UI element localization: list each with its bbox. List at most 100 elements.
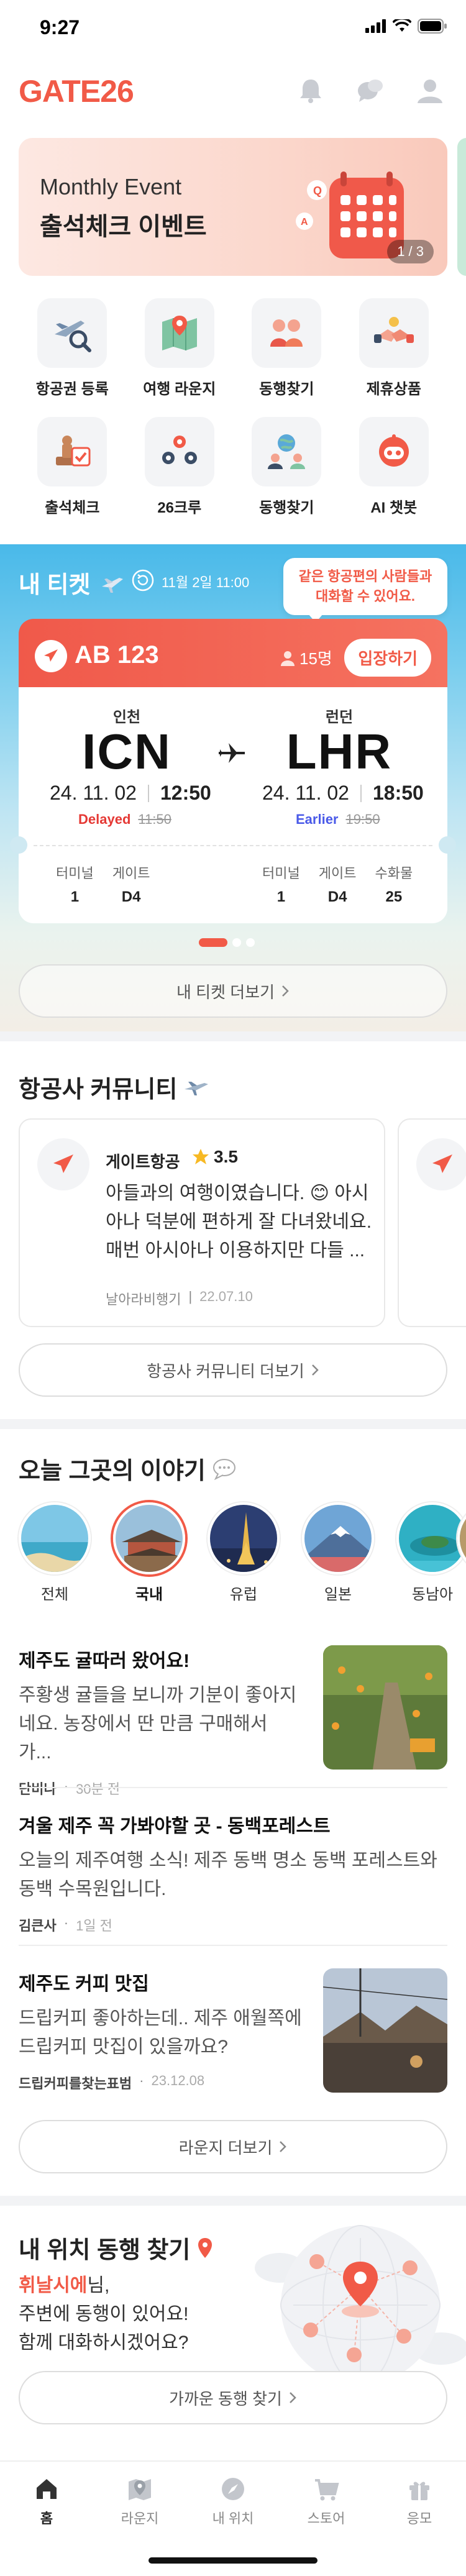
- arrival-code: LHR: [286, 724, 393, 779]
- story-title: 제주도 커피 맛집: [19, 1974, 149, 1994]
- ticket-pagination: [199, 938, 255, 947]
- lounge-more-button[interactable]: 라운지 더보기: [19, 2120, 447, 2173]
- refresh-icon[interactable]: [132, 569, 154, 591]
- battery-icon: [418, 19, 447, 34]
- crew-icon: [162, 436, 197, 464]
- street-photo: [323, 1968, 447, 2093]
- airline-rating: 3.5: [191, 1147, 238, 1167]
- more-tickets-button[interactable]: 내 티켓 더보기: [19, 964, 447, 1018]
- ticket-section-title: 내 티켓: [19, 565, 126, 600]
- story-item[interactable]: 제주도 귤따러 왔어요! 주황생 귤들을 보니까 기분이 좋아지네요. 농장에서…: [19, 1645, 447, 1798]
- cart-icon: [315, 2479, 339, 2501]
- ticket-notch: [10, 836, 27, 854]
- speech-bubble-icon: [212, 1458, 235, 1480]
- chat-icon[interactable]: [354, 75, 386, 107]
- category-europe[interactable]: 유럽: [208, 1502, 280, 1604]
- app-logo[interactable]: GATE26: [19, 73, 134, 109]
- svg-text:A: A: [301, 217, 308, 227]
- community-section-title: 항공사 커뮤니티: [19, 1070, 209, 1104]
- quick-menu-item[interactable]: 제휴상품: [340, 298, 448, 398]
- quick-menu-item[interactable]: 동행찾기: [233, 417, 340, 517]
- svg-text:Q: Q: [313, 185, 322, 197]
- quick-menu: 항공권 등록 여행 라운지 동행찾기 제휴상품 출석체크 26크루 동행찾기 A…: [19, 298, 447, 517]
- home-indicator: [148, 2557, 318, 2564]
- status-time: 9:27: [40, 16, 80, 39]
- section-separator: [0, 2196, 466, 2206]
- enter-chat-button[interactable]: 입장하기: [344, 639, 431, 677]
- map-icon: [162, 316, 197, 350]
- pagination-dot[interactable]: [232, 938, 241, 947]
- quick-menu-item[interactable]: AI 챗봇: [340, 417, 448, 517]
- chevron-right-icon: [282, 985, 289, 997]
- more-category-thumbnail: [460, 1505, 466, 1572]
- category-southeast-asia[interactable]: 동남아: [396, 1502, 466, 1604]
- flight-number: AB 123: [75, 641, 159, 669]
- community-review-card[interactable]: 게이트항공 3.5 아들과의 여행이였습니다. 😊 아시아나 덕분에 편하게 잘…: [19, 1118, 385, 1327]
- ticket-divider: [34, 845, 432, 846]
- banner-subtitle: Monthly Event: [40, 174, 182, 199]
- airplane-icon: [35, 640, 67, 672]
- story-meta: 김큰사 · 1일 전: [19, 1915, 112, 1934]
- quick-menu-label: 출석체크: [45, 500, 100, 516]
- location-message: 휘날시에님, 주변에 동행이 있어요! 함께 대화하시겠어요?: [19, 2275, 189, 2353]
- category-domestic[interactable]: 국내: [113, 1502, 185, 1604]
- nearby-companion-button[interactable]: 가까운 동행 찾기: [19, 2371, 447, 2424]
- fuji-thumbnail: [304, 1505, 372, 1572]
- flight-ticket-card[interactable]: AB 123 15명 입장하기 인천 런던 ICN LHR 24. 11. 02…: [10, 619, 456, 929]
- home-icon: [37, 2479, 57, 2499]
- category-japan[interactable]: 일본: [302, 1502, 374, 1604]
- event-banner[interactable]: Monthly Event 출석체크 이벤트 Q A 1 / 3: [19, 138, 447, 276]
- community-more-button[interactable]: 항공사 커뮤니티 더보기: [19, 1343, 447, 1397]
- ticket-chat-tooltip: 같은 항공편의 사람들과 대화할 수 있어요.: [283, 558, 447, 623]
- compass-icon: [222, 2478, 244, 2500]
- story-thumbnail: [323, 1645, 447, 1770]
- nav-my-location[interactable]: 내 위치: [186, 2475, 280, 2528]
- quick-menu-item[interactable]: 항공권 등록: [19, 298, 126, 398]
- category-peek[interactable]: [457, 1502, 466, 1574]
- quick-menu-item[interactable]: 26크루: [126, 417, 234, 517]
- profile-icon[interactable]: [414, 75, 446, 107]
- pagination-dot[interactable]: [246, 938, 255, 947]
- arrival-status: Earlier 19:50: [296, 811, 380, 827]
- ai-chatbot-icon: [378, 434, 409, 467]
- app-screen: { "status_bar": { "time": "9:27" }, "hea…: [0, 0, 466, 2576]
- quick-menu-item[interactable]: 여행 라운지: [126, 298, 234, 398]
- story-meta: 단비나 · 30분 전: [19, 1778, 121, 1797]
- section-separator: [0, 1419, 466, 1429]
- quick-menu-label: 항공권 등록: [35, 381, 109, 398]
- story-item[interactable]: 겨울 제주 꼭 가봐야할 곳 - 동백포레스트 오늘의 제주여행 소식! 제주 …: [19, 1811, 447, 1935]
- next-banner-peek[interactable]: [457, 138, 466, 276]
- section-separator: [0, 1031, 466, 1041]
- stories-section-title: 오늘 그곳의 이야기: [19, 1451, 237, 1486]
- pagination-dot[interactable]: [199, 938, 227, 947]
- plane-search-icon: [55, 321, 92, 352]
- beach-thumbnail: [21, 1505, 88, 1572]
- handshake-icon: [373, 317, 414, 343]
- story-item[interactable]: 제주도 커피 맛집 드립커피 좋아하는데.. 제주 애월쪽에 드립커피 맛집이 …: [19, 1968, 447, 2093]
- people-icon: [270, 319, 303, 347]
- quick-menu-label: 동행찾기: [259, 381, 314, 398]
- story-divider: [19, 1945, 447, 1946]
- quick-menu-item[interactable]: 출석체크: [19, 417, 126, 517]
- banner-pagination: 1 / 3: [387, 240, 434, 263]
- quick-menu-label: 26크루: [157, 500, 202, 516]
- story-thumbnail: [323, 1968, 447, 2093]
- departure-datetime: 24. 11. 02 12:50: [50, 782, 211, 804]
- pin-icon: [198, 2237, 212, 2258]
- stamp-icon: [56, 436, 91, 467]
- quick-menu-label: 여행 라운지: [143, 381, 216, 398]
- next-review-card-peek[interactable]: [398, 1118, 466, 1327]
- nav-lounge[interactable]: 라운지: [93, 2475, 186, 2528]
- story-divider: [19, 1787, 447, 1788]
- nav-entry[interactable]: 응모: [373, 2475, 466, 2528]
- review-text: 아들과의 여행이였습니다. 😊 아시아나 덕분에 편하게 잘 다녀왔네요. 매번…: [106, 1183, 372, 1261]
- nav-home[interactable]: 홈: [0, 2475, 93, 2528]
- ticket-updated-time: 11월 2일 11:00: [162, 575, 250, 590]
- ticket-header: AB 123 15명 입장하기: [19, 619, 447, 693]
- user-nickname: 휘날시에: [19, 2275, 88, 2296]
- bell-icon[interactable]: [295, 75, 327, 107]
- quick-menu-item[interactable]: 동행찾기: [233, 298, 340, 398]
- category-all[interactable]: 전체: [19, 1502, 91, 1604]
- nav-store[interactable]: 스토어: [280, 2475, 373, 2528]
- quick-menu-label: AI 챗봇: [370, 500, 418, 516]
